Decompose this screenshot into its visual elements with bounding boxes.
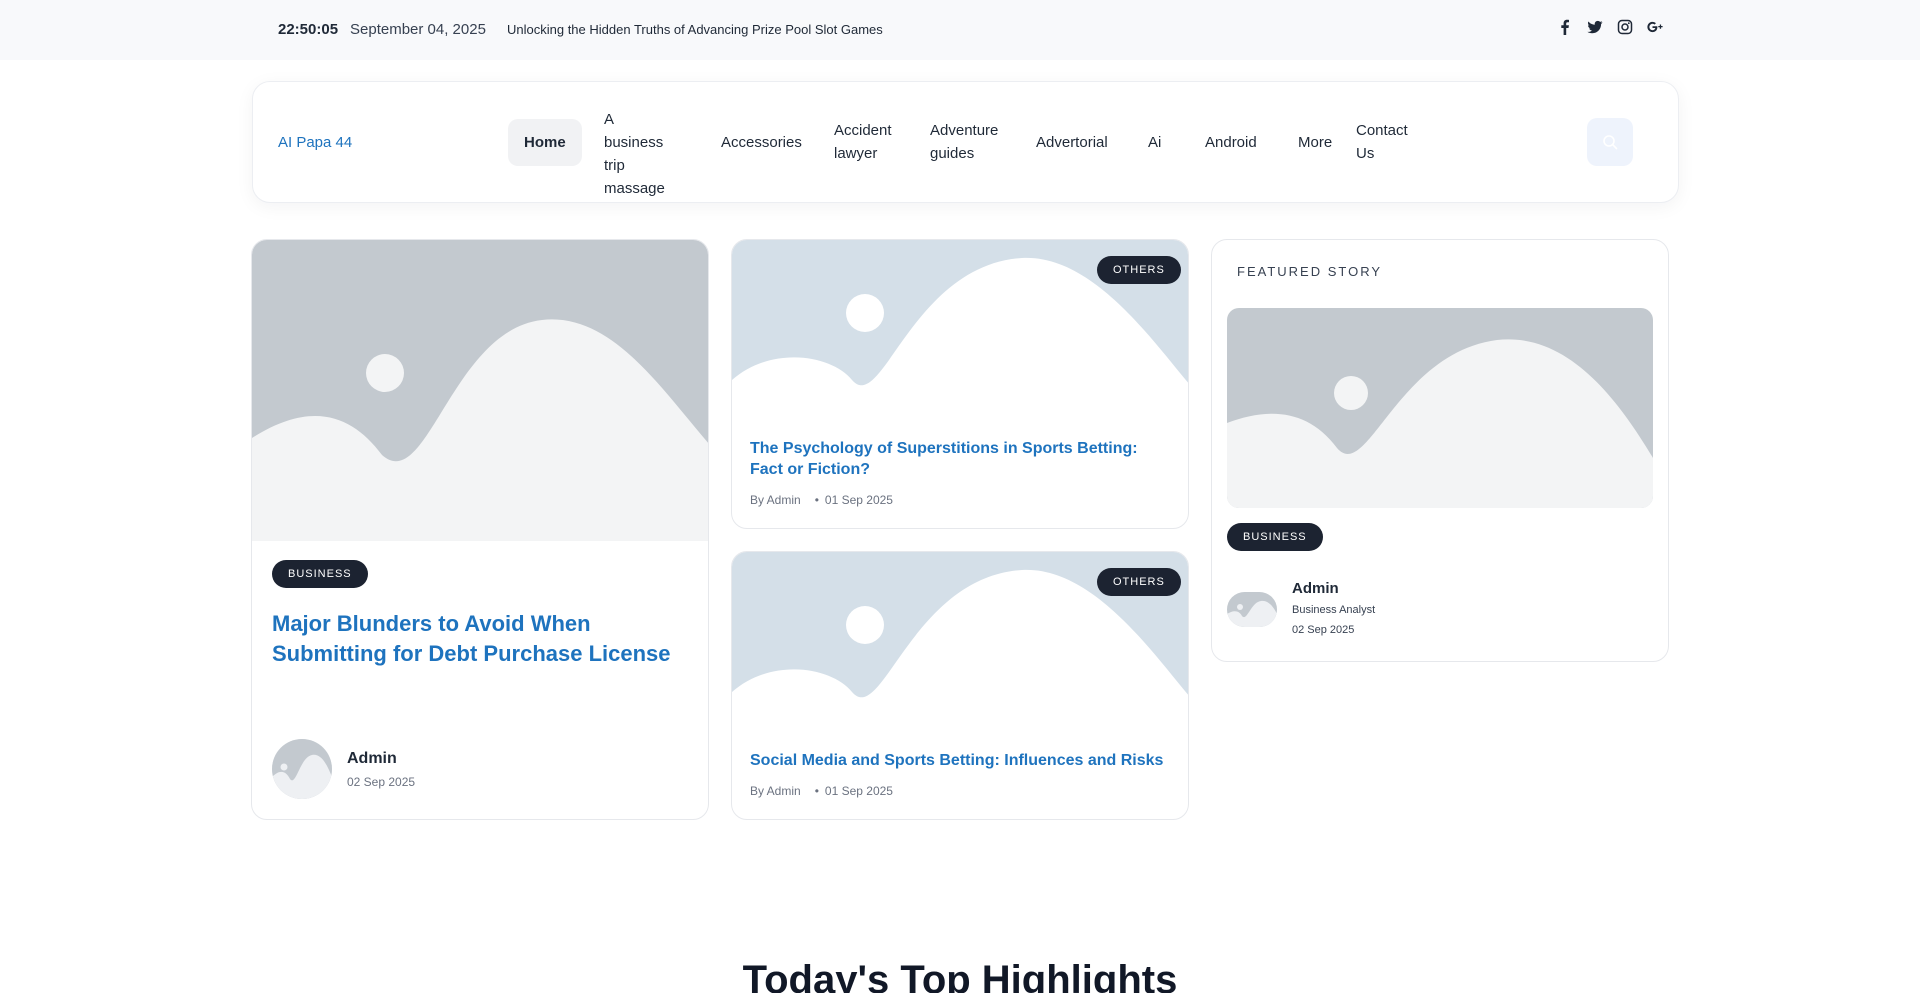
news-ticker[interactable]: Unlocking the Hidden Truths of Advancing… bbox=[507, 22, 883, 37]
twitter-icon[interactable] bbox=[1586, 18, 1604, 36]
nav-item-android[interactable]: Android bbox=[1205, 131, 1257, 154]
category-badge[interactable]: OTHERS bbox=[1097, 256, 1181, 284]
featured-image-placeholder[interactable] bbox=[1227, 308, 1653, 508]
top-bar: 22:50:05 September 04, 2025 Unlocking th… bbox=[0, 0, 1920, 60]
post-meta: By Admin • 01 Sep 2025 bbox=[750, 784, 893, 798]
post-title[interactable]: The Psychology of Superstitions in Sport… bbox=[750, 438, 1170, 480]
meta-separator: • bbox=[814, 493, 819, 507]
main-nav: Home A business trip massage Accessories… bbox=[253, 82, 1678, 202]
current-date: September 04, 2025 bbox=[350, 21, 486, 38]
nav-item-more[interactable]: More bbox=[1298, 131, 1332, 154]
post-author[interactable]: By Admin bbox=[750, 493, 801, 507]
post-date: 02 Sep 2025 bbox=[347, 775, 416, 789]
search-icon bbox=[1603, 135, 1618, 150]
nav-item-accessories[interactable]: Accessories bbox=[721, 131, 802, 154]
current-time: 22:50:05 bbox=[278, 21, 339, 38]
post-title[interactable]: Social Media and Sports Betting: Influen… bbox=[750, 750, 1170, 771]
search-button[interactable] bbox=[1587, 118, 1633, 166]
category-badge[interactable]: OTHERS bbox=[1097, 568, 1181, 596]
avatar[interactable] bbox=[1227, 592, 1277, 627]
post-date: 01 Sep 2025 bbox=[824, 784, 893, 798]
post-image-placeholder[interactable] bbox=[252, 240, 708, 541]
meta-separator: • bbox=[814, 784, 819, 798]
post-author[interactable]: By Admin bbox=[750, 784, 801, 798]
post-date: 02 Sep 2025 bbox=[1292, 624, 1355, 636]
site-header: AI Papa 44 Home A business trip massage … bbox=[252, 81, 1679, 203]
post-date: 01 Sep 2025 bbox=[824, 493, 893, 507]
nav-item-adventure-guides[interactable]: Adventure guides bbox=[930, 119, 1000, 165]
author-role: Business Analyst bbox=[1292, 604, 1376, 616]
category-badge[interactable]: BUSINESS bbox=[1227, 523, 1323, 551]
category-badge[interactable]: BUSINESS bbox=[272, 560, 368, 588]
side-post-card[interactable]: OTHERS Social Media and Sports Betting: … bbox=[731, 551, 1189, 820]
nav-item-ai[interactable]: Ai bbox=[1148, 131, 1161, 154]
post-meta: By Admin • 01 Sep 2025 bbox=[750, 493, 893, 507]
instagram-icon[interactable] bbox=[1616, 18, 1634, 36]
author-name[interactable]: Admin bbox=[347, 750, 397, 768]
nav-item-home[interactable]: Home bbox=[508, 119, 582, 166]
featured-story-label: FEATURED STORY bbox=[1237, 264, 1383, 279]
post-title[interactable]: Major Blunders to Avoid When Submitting … bbox=[272, 609, 682, 669]
nav-item-contact-us[interactable]: Contact Us bbox=[1356, 119, 1411, 165]
author-name[interactable]: Admin bbox=[1292, 580, 1339, 597]
main-post-card[interactable]: BUSINESS Major Blunders to Avoid When Su… bbox=[251, 239, 709, 820]
featured-story-card: BUSINESS Admin Business Analyst 02 Sep 2… bbox=[1211, 239, 1669, 662]
nav-item-accident-lawyer[interactable]: Accident lawyer bbox=[834, 119, 894, 165]
side-post-card[interactable]: OTHERS The Psychology of Superstitions i… bbox=[731, 239, 1189, 529]
avatar[interactable] bbox=[272, 739, 332, 799]
nav-item-business-trip-massage[interactable]: A business trip massage bbox=[604, 108, 674, 200]
facebook-icon[interactable] bbox=[1556, 18, 1574, 36]
nav-item-advertorial[interactable]: Advertorial bbox=[1036, 131, 1108, 154]
google-plus-icon[interactable] bbox=[1646, 18, 1664, 36]
social-links bbox=[1556, 18, 1664, 36]
section-title: Today's Top Highlights bbox=[742, 958, 1178, 993]
